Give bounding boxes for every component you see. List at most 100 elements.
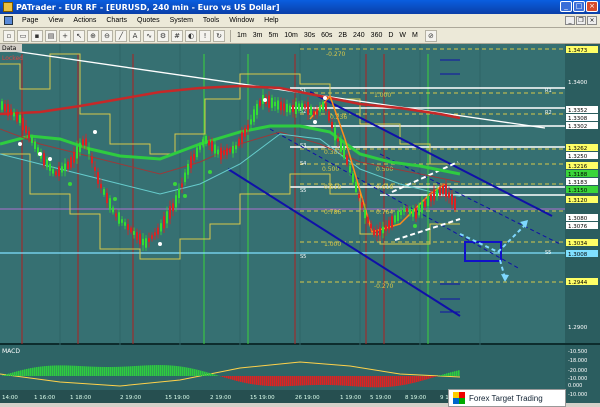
menu-quotes[interactable]: Quotes xyxy=(132,17,165,24)
candle-body xyxy=(205,136,207,144)
mdi-minimize-button[interactable]: _ xyxy=(565,16,575,25)
macd-bar xyxy=(272,376,274,386)
macd-bar xyxy=(316,376,318,385)
maximize-button[interactable]: □ xyxy=(573,1,585,12)
candle-body xyxy=(283,104,285,111)
macd-bar xyxy=(58,365,60,376)
macd-bar xyxy=(170,365,172,376)
minimize-button[interactable]: _ xyxy=(560,1,572,12)
menu-charts[interactable]: Charts xyxy=(101,17,132,24)
macd-bar xyxy=(90,367,92,376)
macd-bar xyxy=(84,366,86,376)
crosshair-icon[interactable]: + xyxy=(59,30,71,42)
macd-bar xyxy=(294,376,296,386)
menu-help[interactable]: Help xyxy=(259,17,283,24)
macd-bar xyxy=(248,376,250,384)
macd-bar xyxy=(114,367,116,376)
price-chart[interactable]: S1S2S3 S4S5S5 S5R1R2 -0.270 1.000 0.236 … xyxy=(0,44,600,403)
menu-actions[interactable]: Actions xyxy=(68,17,101,24)
menu-window[interactable]: Window xyxy=(224,17,259,24)
candle-body xyxy=(1,101,3,110)
candle-body xyxy=(43,153,45,165)
macd-bar xyxy=(376,376,378,387)
candle-body xyxy=(127,224,129,230)
svg-text:1.3352: 1.3352 xyxy=(568,108,587,114)
refresh-icon[interactable]: ↻ xyxy=(213,30,225,42)
timeframe-360[interactable]: 360 xyxy=(368,32,386,39)
open-icon[interactable]: ▭ xyxy=(17,30,29,42)
timeframe-10m[interactable]: 10m xyxy=(281,32,301,39)
fib-label: 0.764 xyxy=(376,209,393,216)
macd-bar xyxy=(340,376,342,385)
timeframe-3m[interactable]: 3m xyxy=(250,32,266,39)
timeframe-w[interactable]: W xyxy=(396,32,409,39)
chart-area[interactable]: S1S2S3 S4S5S5 S5R1R2 -0.270 1.000 0.236 … xyxy=(0,44,600,403)
grid-icon[interactable]: # xyxy=(171,30,183,42)
macd-bar xyxy=(286,376,288,386)
mdi-close-button[interactable]: × xyxy=(587,16,597,25)
macd-bar xyxy=(388,376,390,387)
macd-bar xyxy=(394,376,396,386)
timeframe-30s[interactable]: 30s xyxy=(301,32,318,39)
macd-bar xyxy=(160,365,162,376)
save-icon[interactable]: ▪ xyxy=(31,30,43,42)
candle-body xyxy=(121,219,123,223)
macd-bar xyxy=(344,376,346,386)
menu-page[interactable]: Page xyxy=(17,17,43,24)
macd-bar xyxy=(104,367,106,376)
macd-bar xyxy=(416,376,418,382)
svg-text:5 19:00: 5 19:00 xyxy=(370,395,392,401)
svg-text:2 19:00: 2 19:00 xyxy=(120,395,142,401)
macd-bar xyxy=(148,365,150,376)
candle-body xyxy=(61,166,63,172)
link-icon[interactable]: ⊘ xyxy=(425,30,437,42)
candle-body xyxy=(22,118,24,130)
alert-icon[interactable]: ! xyxy=(199,30,211,42)
menu-tools[interactable]: Tools xyxy=(198,17,224,24)
macd-bar xyxy=(140,366,142,376)
close-button[interactable]: × xyxy=(586,1,598,12)
macd-bar xyxy=(450,372,452,376)
svg-text:1.3302: 1.3302 xyxy=(568,124,587,130)
timeframe-1m[interactable]: 1m xyxy=(234,32,250,39)
timeframe-240[interactable]: 240 xyxy=(350,32,368,39)
timeframe-2b[interactable]: 2B xyxy=(335,32,350,39)
zoom-in-icon[interactable]: ⊕ xyxy=(87,30,99,42)
candle-body xyxy=(214,145,216,154)
text-tool-icon[interactable]: A xyxy=(129,30,141,42)
timeframe-d[interactable]: D xyxy=(385,32,396,39)
menu-system[interactable]: System xyxy=(165,17,198,24)
macd-bar xyxy=(202,371,204,376)
zoom-out-icon[interactable]: ⊖ xyxy=(101,30,113,42)
candle-body xyxy=(193,154,195,161)
indicator-icon[interactable]: ∿ xyxy=(143,30,155,42)
timeframe-60s[interactable]: 60s xyxy=(318,32,335,39)
macd-bar xyxy=(172,366,174,376)
candle-body xyxy=(109,198,111,210)
candle-body xyxy=(136,232,138,240)
print-icon[interactable]: ▤ xyxy=(45,30,57,42)
svg-text:S2: S2 xyxy=(300,109,306,115)
mdi-restore-button[interactable]: ❐ xyxy=(576,16,586,25)
cursor-icon[interactable]: ↖ xyxy=(73,30,85,42)
macd-bar xyxy=(434,376,436,377)
settings-icon[interactable]: ⚙ xyxy=(157,30,169,42)
candle-body xyxy=(154,232,156,235)
macd-bar xyxy=(94,367,96,376)
macd-bar xyxy=(270,376,272,386)
macd-bar xyxy=(274,376,276,386)
macd-bar xyxy=(296,376,298,386)
timeframe-5m[interactable]: 5m xyxy=(265,32,281,39)
new-icon[interactable]: ▫ xyxy=(3,30,15,42)
line-tool-icon[interactable]: ╱ xyxy=(115,30,127,42)
candle-body xyxy=(310,107,312,115)
color-icon[interactable]: ◐ xyxy=(185,30,197,42)
svg-text:1.3188: 1.3188 xyxy=(568,172,588,178)
candle-body xyxy=(352,174,354,183)
macd-bar xyxy=(400,376,402,385)
menu-view[interactable]: View xyxy=(43,17,68,24)
macd-bar xyxy=(418,376,420,382)
timeframe-m[interactable]: M xyxy=(409,32,421,39)
macd-bar xyxy=(228,376,230,379)
macd-bar xyxy=(442,375,444,376)
